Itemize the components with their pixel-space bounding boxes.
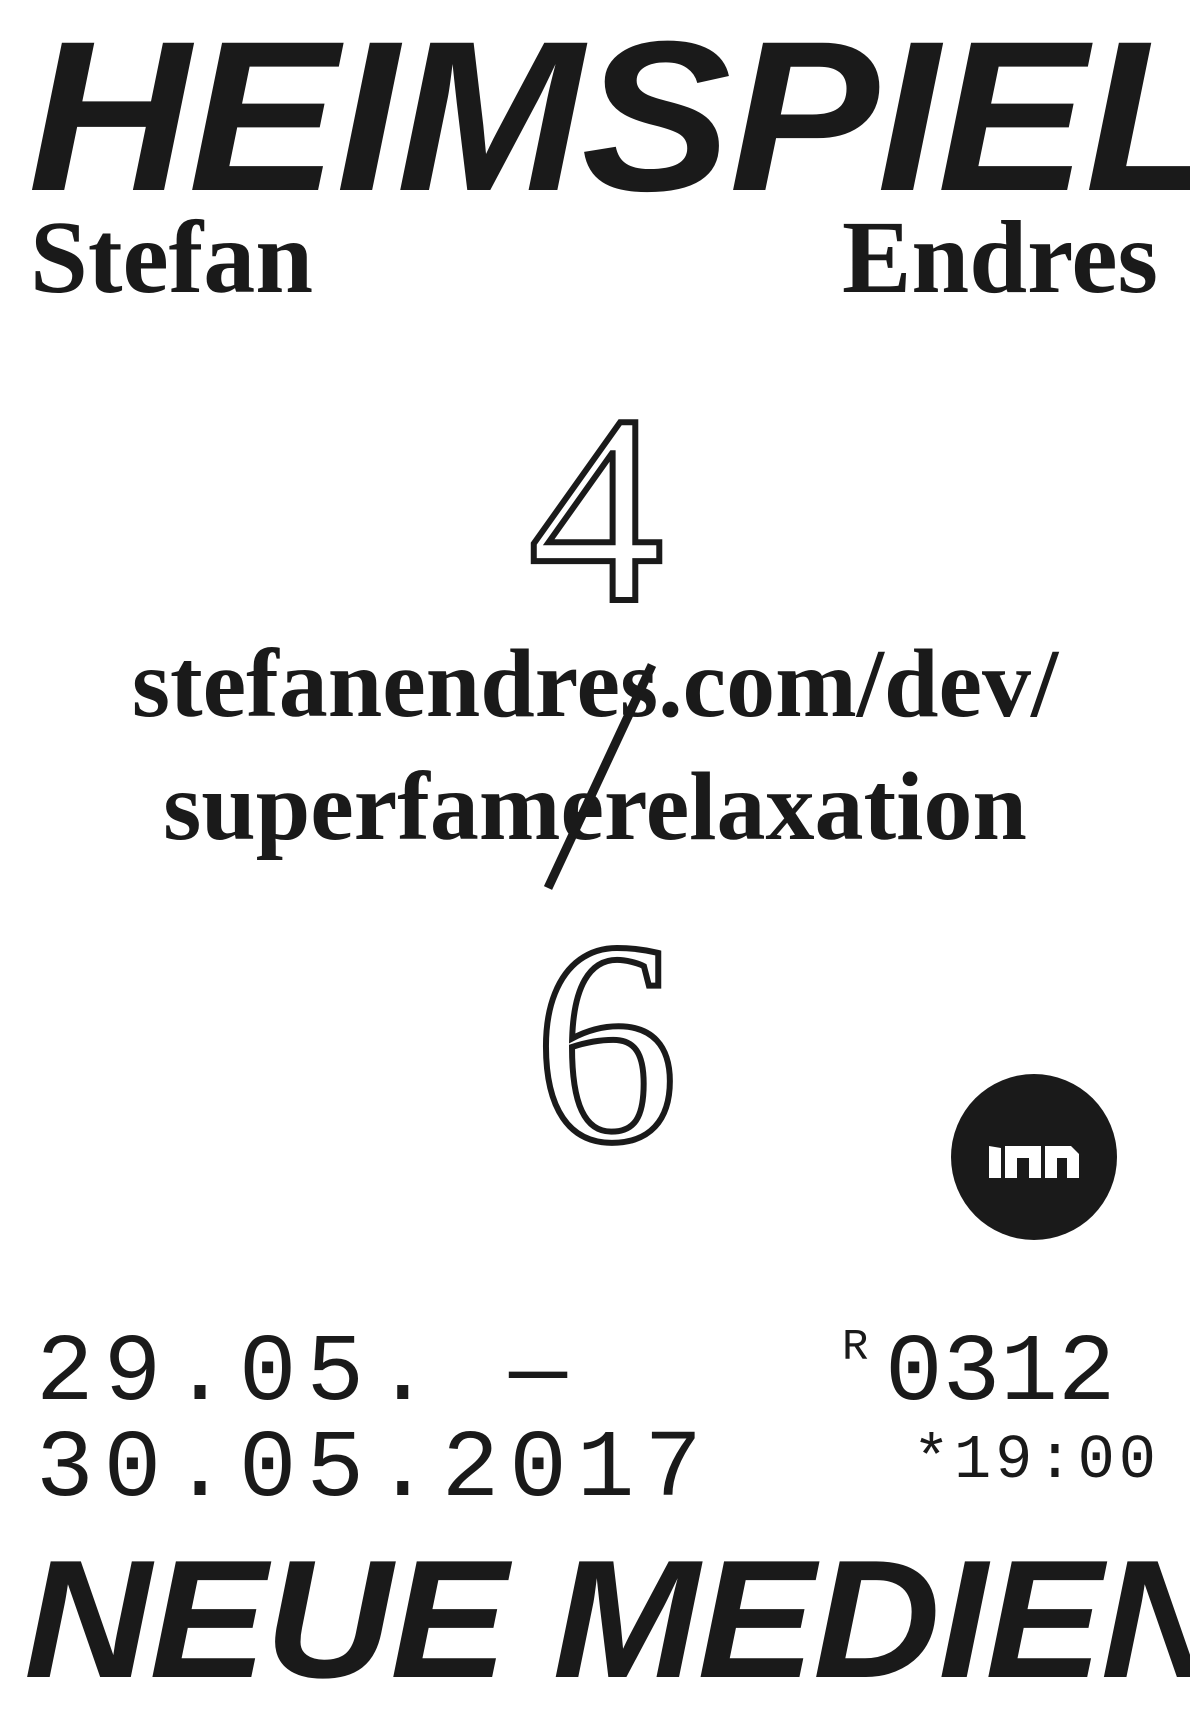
event-time: *19:00 bbox=[912, 1425, 1160, 1496]
department-name: NEUE MEDIEN bbox=[24, 1525, 1190, 1713]
fraction-numerator: 4 bbox=[529, 360, 664, 659]
date-start: 29.05. — bbox=[36, 1319, 577, 1428]
logo-mark bbox=[989, 1146, 1079, 1178]
university-logo-icon bbox=[951, 1074, 1117, 1240]
url-line-1: stefanendres.com/dev/ bbox=[131, 630, 1059, 738]
room-number: 0312 bbox=[885, 1319, 1116, 1428]
fraction-denominator: 6 bbox=[534, 882, 679, 1203]
date-end: 30.05.2017 bbox=[36, 1415, 713, 1524]
url-line-2: superfamerelaxation bbox=[163, 753, 1027, 861]
room-prefix: R bbox=[842, 1323, 869, 1373]
